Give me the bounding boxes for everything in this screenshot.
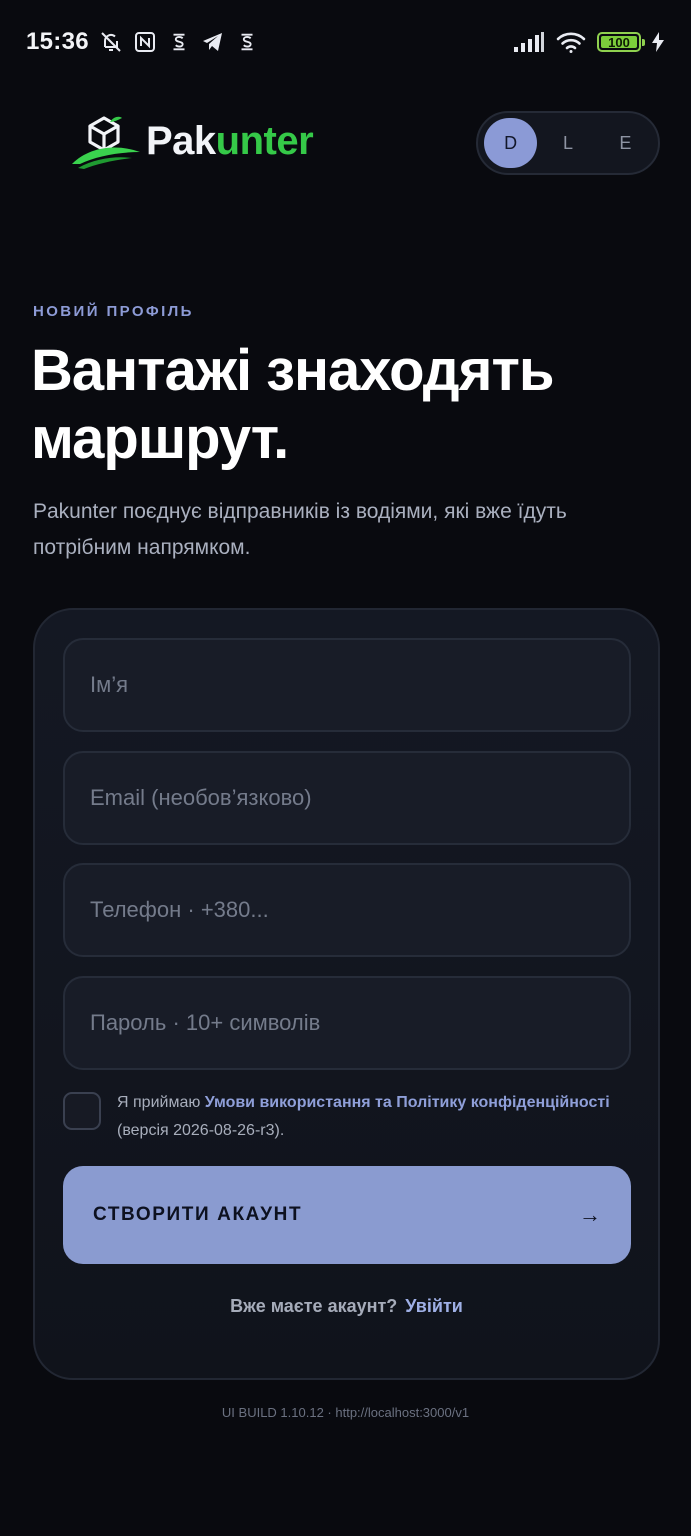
email-field xyxy=(63,751,631,845)
email-input[interactable] xyxy=(90,785,604,811)
signup-screen: 15:36 100 Pakunter D L E НОВИЙ ПРОФІЛЬ В… xyxy=(0,0,691,1536)
brand-name-part1: Pak xyxy=(146,119,216,163)
name-input[interactable] xyxy=(90,672,604,698)
password-field xyxy=(63,976,631,1070)
eyebrow-label: НОВИЙ ПРОФІЛЬ xyxy=(33,303,194,320)
brand-name-part2: unter xyxy=(215,119,314,163)
charging-icon xyxy=(651,30,665,54)
page-title: Вантажі знаходять маршрут. xyxy=(31,338,555,471)
theme-switch: D L E xyxy=(476,111,660,175)
signup-card: Я приймаю Умови використання та Політику… xyxy=(33,608,660,1380)
brand-name: Pakunter xyxy=(146,119,314,163)
signin-question: Вже маєте акаунт? xyxy=(230,1296,398,1316)
theme-option-d[interactable]: D xyxy=(484,118,538,168)
bell-muted-icon xyxy=(99,30,123,54)
terms-text: Я приймаю Умови використання та Політику… xyxy=(117,1089,623,1145)
nfc-icon xyxy=(133,30,157,54)
arrow-right-icon: → xyxy=(579,1202,601,1227)
signin-prompt: Вже маєте акаунт? Увійти xyxy=(35,1296,658,1317)
terms-link[interactable]: Умови використання та Політику конфіденц… xyxy=(205,1094,610,1111)
create-account-button[interactable]: СТВОРИТИ АКАУНТ → xyxy=(63,1166,631,1264)
battery-level: 100 xyxy=(608,34,630,50)
theme-option-l[interactable]: L xyxy=(541,118,594,168)
create-account-label: СТВОРИТИ АКАУНТ xyxy=(93,1204,303,1225)
wifi-icon xyxy=(555,30,587,54)
build-info: UI BUILD 1.10.12 · http://localhost:3000… xyxy=(221,1405,470,1420)
terms-prefix: Я приймаю xyxy=(117,1094,205,1111)
terms-suffix: (версія 2026-08-26-r3). xyxy=(117,1122,285,1139)
phone-input[interactable] xyxy=(90,897,604,923)
phone-field xyxy=(63,863,631,957)
terms-checkbox[interactable] xyxy=(63,1092,101,1130)
theme-option-e[interactable]: E xyxy=(599,118,652,168)
signin-link[interactable]: Увійти xyxy=(405,1296,463,1316)
signal-icon xyxy=(513,30,545,54)
status-time: 15:36 xyxy=(26,28,89,55)
brand-logo: Pakunter xyxy=(70,112,314,170)
app-s-icon xyxy=(167,30,191,54)
page-subtitle: Pakunter поєднує відправників із водіями… xyxy=(33,500,567,559)
password-input[interactable] xyxy=(90,1010,604,1036)
terms-consent: Я приймаю Умови використання та Політику… xyxy=(63,1092,623,1145)
status-bar: 15:36 100 xyxy=(0,0,691,84)
battery-indicator: 100 xyxy=(597,32,645,52)
telegram-icon xyxy=(201,30,225,54)
app-s-icon-2 xyxy=(235,30,259,54)
name-field xyxy=(63,638,631,732)
logo-box-icon xyxy=(72,116,140,169)
